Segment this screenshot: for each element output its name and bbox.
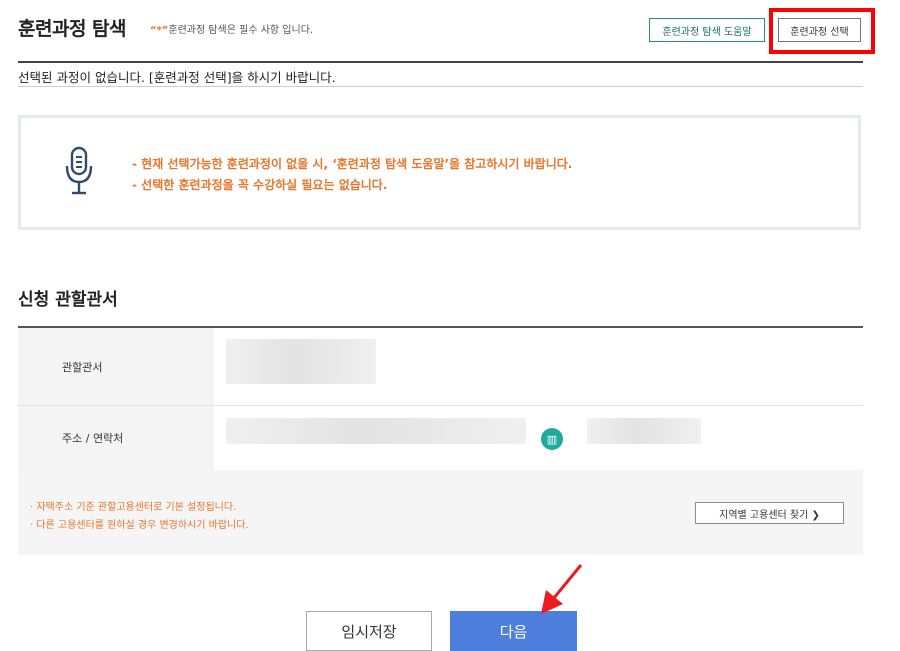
info-box	[18, 115, 861, 230]
no-course-message: 선택된 과정이 없습니다. [훈련과정 선택]을 하시기 바랍니다.	[18, 70, 336, 85]
info-line-2: - 선택한 훈련과정을 꼭 수강하실 필요는 없습니다.	[132, 178, 388, 192]
office-label-cell	[18, 328, 214, 405]
contact-value-redacted	[587, 418, 701, 444]
required-note-text: 훈련과정 탐색은 필수 사항 입니다.	[168, 25, 314, 36]
info-line-1: - 현재 선택가능한 훈련과정이 없을 시, ‘훈련과정 탐색 도움말’을 참고…	[132, 157, 573, 171]
course-search-help-button[interactable]: 훈련과정 탐색 도움말	[649, 18, 765, 42]
notice-line-1: · 자택주소 기준 관할고용센터로 기본 설정됩니다.	[30, 502, 237, 513]
page-title: 훈련과정 탐색	[18, 18, 127, 40]
next-button[interactable]: 다음	[450, 611, 577, 651]
address-value-redacted	[226, 418, 526, 444]
temp-save-button[interactable]: 임시저장	[306, 611, 432, 651]
jurisdiction-title: 신청 관할관서	[18, 290, 118, 310]
required-note: “*”훈련과정 탐색은 필수 사항 입니다.	[150, 21, 313, 36]
notice-line-2: · 다른 고용센터를 원하실 경우 변경하시기 바랍니다.	[30, 520, 249, 531]
microphone-icon	[65, 146, 93, 195]
required-star: “*”	[150, 25, 169, 36]
find-region-center-button[interactable]: 지역별 고용센터 찾기 ❯	[695, 502, 844, 524]
map-icon[interactable]: ▥	[541, 428, 563, 450]
annotation-arrow-icon	[541, 564, 583, 614]
office-value-redacted	[226, 339, 376, 384]
address-label: 주소 / 연락처	[62, 432, 124, 445]
annotation-highlight-box	[769, 8, 875, 54]
divider	[18, 86, 863, 87]
office-label: 관할관서	[62, 361, 103, 374]
section-rule	[18, 61, 863, 63]
